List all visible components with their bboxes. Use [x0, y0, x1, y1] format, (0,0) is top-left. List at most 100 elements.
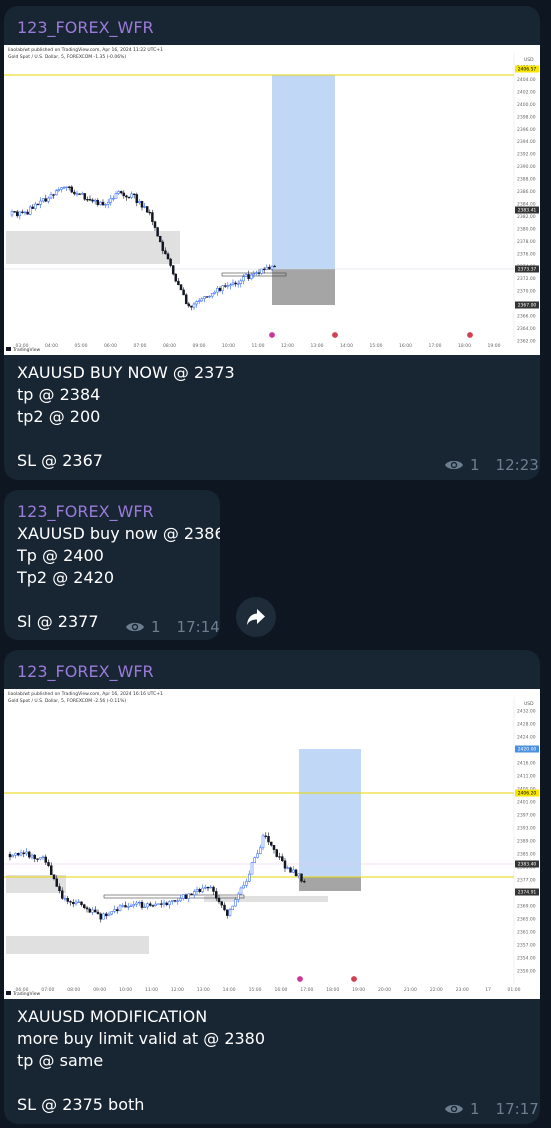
candle-body: [174, 273, 178, 282]
forward-button[interactable]: [236, 597, 276, 637]
y-tick-label: 2424.00: [517, 735, 536, 741]
candle-body: [190, 305, 193, 308]
y-tick-label: 2388.00: [517, 177, 536, 183]
y-tick-label: 2402.00: [517, 89, 536, 95]
candle-body: [209, 886, 212, 889]
candle-body: [245, 881, 248, 886]
message-bubble: 123_FOREX_WFR liaolab/wt published on Tr…: [4, 650, 540, 1124]
candle-body: [91, 199, 94, 202]
candle-body: [247, 274, 250, 279]
candle-body: [116, 909, 119, 912]
candle-body: [105, 913, 108, 917]
candle-body: [110, 911, 113, 915]
candle-body: [18, 211, 22, 217]
candle-body: [250, 862, 254, 875]
candle-body: [179, 284, 183, 291]
candle-body: [52, 874, 56, 880]
candle-body: [190, 893, 193, 896]
candle-body: [162, 902, 166, 905]
candle-body: [36, 858, 39, 860]
message-time: 17:14: [176, 618, 220, 636]
candle-body: [58, 886, 61, 892]
candle-body: [231, 282, 235, 285]
x-tick-label: 22:00: [430, 987, 443, 993]
candle-body: [261, 835, 265, 849]
candle-body: [125, 195, 128, 198]
candle-body: [239, 887, 243, 895]
candle-body: [270, 841, 273, 846]
candle-body: [281, 856, 284, 862]
candle-body: [182, 894, 185, 899]
candle-body: [11, 855, 14, 858]
y-tick-label: 2390.00: [517, 164, 536, 170]
candle-body: [63, 898, 67, 900]
price-tag-label: 2420.00: [518, 747, 537, 753]
candle-body: [267, 836, 270, 843]
chart-image-2[interactable]: liaolab/wt published on TradingView.com,…: [4, 689, 540, 999]
candle-body: [135, 194, 139, 203]
chart-image-1[interactable]: liaolab/wt published on TradingView.com,…: [4, 45, 540, 355]
candle-body: [75, 193, 79, 195]
candle-body: [113, 909, 116, 912]
candle-body: [41, 856, 45, 859]
candle-body: [166, 253, 170, 260]
sender-name[interactable]: 123_FOREX_WFR: [17, 502, 154, 521]
candle-body: [34, 203, 37, 209]
candle-body: [179, 898, 182, 902]
candle-body: [140, 201, 144, 208]
candle-body: [153, 221, 157, 228]
candle-body: [80, 901, 83, 905]
candle-body: [231, 905, 234, 911]
sender-name[interactable]: 123_FOREX_WFR: [17, 662, 154, 681]
x-tick-label: 06:00: [104, 343, 117, 349]
views-eye-icon: [126, 622, 144, 632]
y-tick-label: 2400.00: [517, 102, 536, 108]
candle-body: [39, 200, 42, 205]
candle-body: [70, 186, 74, 193]
x-tick-label: 12:00: [171, 987, 184, 993]
y-tick-label: 2370.00: [517, 289, 536, 295]
candle-body: [121, 905, 124, 907]
x-tick-label: 04:00: [45, 343, 58, 349]
message-line: more buy limit valid at @ 2380: [17, 1029, 266, 1048]
candle-body: [218, 287, 222, 291]
candle-body: [259, 847, 262, 854]
x-tick-label: 21:00: [404, 987, 417, 993]
candle-body: [8, 853, 12, 858]
x-tick-label: 17: [485, 987, 491, 993]
message-line: XAUUSD MODIFICATION: [17, 1007, 208, 1026]
y-tick-label: 2392.00: [517, 152, 536, 158]
candle-body: [77, 901, 80, 903]
candle-body: [130, 193, 133, 198]
candle-body: [65, 186, 68, 188]
y-tick-label: 2394.00: [517, 139, 536, 145]
x-tick-label: 05:00: [75, 343, 88, 349]
candle-body: [55, 878, 58, 887]
candle-body: [15, 211, 19, 217]
candle-body: [255, 272, 258, 274]
candle-body: [88, 199, 92, 201]
candle-body: [286, 867, 289, 869]
candle-body: [292, 869, 295, 873]
candle-body: [278, 856, 281, 858]
target-zone: [272, 75, 335, 269]
x-tick-label: 11:00: [145, 987, 158, 993]
candle-body: [171, 265, 175, 275]
candle-body: [96, 199, 100, 205]
candle-body: [262, 268, 266, 271]
chart-symbol: Gold Spot / U.S. Dollar, 5, FOREXCOM -1.…: [8, 55, 127, 60]
sender-name[interactable]: 123_FOREX_WFR: [17, 18, 154, 37]
y-tick-label: 2361.00: [517, 930, 536, 936]
candle-body: [256, 853, 259, 858]
message-meta: 1 17:14: [125, 618, 220, 636]
candle-body: [96, 911, 100, 915]
candle-body: [223, 904, 226, 911]
event-icon: [296, 975, 304, 983]
candle-body: [249, 274, 253, 279]
tradingview-logo: TradingView: [12, 347, 41, 353]
candle-body: [151, 905, 155, 907]
y-tick-label: 2396.00: [517, 127, 536, 133]
candle-body: [88, 908, 91, 913]
candle-body: [138, 901, 141, 904]
candle-body: [248, 873, 251, 882]
